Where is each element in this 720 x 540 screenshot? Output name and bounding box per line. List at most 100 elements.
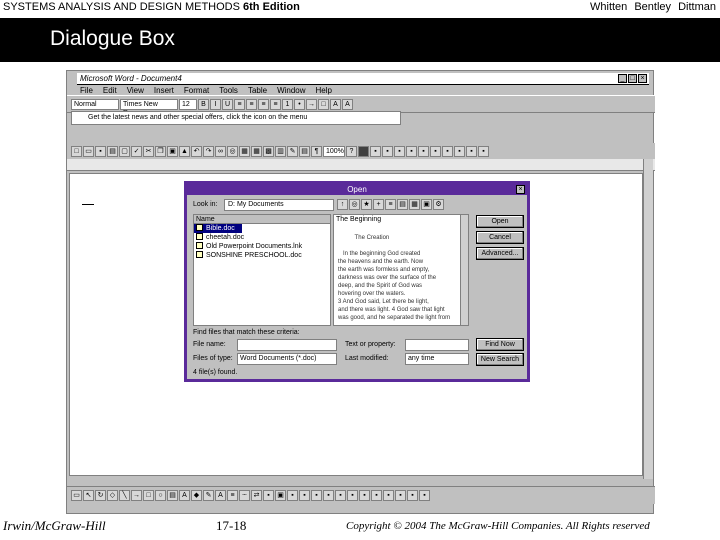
redo-icon[interactable]: ↷	[203, 146, 214, 157]
insert-table-icon[interactable]: ▦	[251, 146, 262, 157]
toolbar-icon[interactable]: ▪	[335, 490, 346, 501]
advanced-button[interactable]: Advanced...	[476, 247, 524, 260]
answer-wizard-bar[interactable]: Get the latest news and other special of…	[71, 111, 401, 125]
toolbar-icon[interactable]: ▪	[394, 146, 405, 157]
print-icon[interactable]: ▤	[107, 146, 118, 157]
bullets-icon[interactable]: •	[294, 98, 305, 110]
indent-icon[interactable]: →	[306, 98, 317, 110]
line-color-icon[interactable]: ✎	[203, 490, 214, 501]
copy-icon[interactable]: ❐	[155, 146, 166, 157]
preview-icon[interactable]: ▣	[421, 199, 432, 210]
justify-icon[interactable]: ≡	[270, 98, 281, 110]
close-icon[interactable]: ×	[638, 74, 647, 83]
file-item[interactable]: Bible.doc	[194, 224, 242, 233]
last-modified-combo[interactable]: any time	[405, 353, 469, 365]
text-property-field[interactable]	[405, 339, 469, 351]
minimize-icon[interactable]: _	[618, 74, 627, 83]
toolbar-icon[interactable]: ▪	[383, 490, 394, 501]
file-item[interactable]: SONSHINE PRESCHOOL.doc	[194, 251, 330, 260]
align-left-icon[interactable]: ≡	[234, 98, 245, 110]
maximize-icon[interactable]: □	[628, 74, 637, 83]
file-list[interactable]: Name Bible.doc cheetah.doc Old Powerpoin…	[193, 214, 331, 326]
toolbar-icon[interactable]: ▪	[418, 146, 429, 157]
toolbar-icon[interactable]: ▪	[454, 146, 465, 157]
file-item[interactable]: Old Powerpoint Documents.lnk	[194, 242, 330, 251]
numbering-icon[interactable]: 1	[282, 98, 293, 110]
zoom-combo[interactable]: 100%	[323, 146, 345, 157]
commands-icon[interactable]: ⚙	[433, 199, 444, 210]
toolbar-icon[interactable]: ▪	[311, 490, 322, 501]
arrow-icon[interactable]: →	[131, 490, 142, 501]
toolbar-icon[interactable]: ▪	[442, 146, 453, 157]
autoshapes-icon[interactable]: ◇	[107, 490, 118, 501]
paste-icon[interactable]: ▣	[167, 146, 178, 157]
show-hide-icon[interactable]: ¶	[311, 146, 322, 157]
align-center-icon[interactable]: ≡	[246, 98, 257, 110]
font-color-icon[interactable]: A	[215, 490, 226, 501]
tables-icon[interactable]: ▦	[239, 146, 250, 157]
rectangle-icon[interactable]: □	[143, 490, 154, 501]
toolbar-icon[interactable]: ▪	[371, 490, 382, 501]
undo-icon[interactable]: ↶	[191, 146, 202, 157]
spelling-icon[interactable]: ✓	[131, 146, 142, 157]
find-now-button[interactable]: Find Now	[476, 338, 524, 351]
toolbar-icon[interactable]: ▪	[347, 490, 358, 501]
bold-icon[interactable]: B	[198, 98, 209, 110]
toolbar-icon[interactable]: ▪	[466, 146, 477, 157]
font-color-icon[interactable]: A	[342, 98, 353, 110]
toolbar-icon[interactable]: ▪	[478, 146, 489, 157]
format-painter-icon[interactable]: ▲	[179, 146, 190, 157]
new-search-button[interactable]: New Search	[476, 353, 524, 366]
add-favorites-icon[interactable]: +	[373, 199, 384, 210]
toolbar-icon[interactable]: ▪	[370, 146, 381, 157]
file-type-combo[interactable]: Word Documents (*.doc)	[237, 353, 337, 365]
properties-icon[interactable]: ▦	[409, 199, 420, 210]
highlight-icon[interactable]: A	[330, 98, 341, 110]
cut-icon[interactable]: ✂	[143, 146, 154, 157]
file-item[interactable]: cheetah.doc	[194, 233, 330, 242]
arrow-style-icon[interactable]: ⇄	[251, 490, 262, 501]
toolbar-icon[interactable]: ▪	[299, 490, 310, 501]
oval-icon[interactable]: ○	[155, 490, 166, 501]
textbox-icon[interactable]: ▤	[167, 490, 178, 501]
file-name-field[interactable]	[237, 339, 337, 351]
columns-icon[interactable]: ▥	[275, 146, 286, 157]
underline-icon[interactable]: U	[222, 98, 233, 110]
line-style-icon[interactable]: ≡	[227, 490, 238, 501]
list-view-icon[interactable]: ≡	[385, 199, 396, 210]
font-combo[interactable]: Times New Roman	[120, 98, 178, 117]
look-in-combo[interactable]: D: My Documents	[224, 199, 334, 211]
border-icon[interactable]: □	[318, 98, 329, 110]
insert-excel-icon[interactable]: ▩	[263, 146, 274, 157]
toolbar-icon[interactable]: ▪	[323, 490, 334, 501]
details-view-icon[interactable]: ▤	[397, 199, 408, 210]
name-column-header[interactable]: Name	[194, 215, 330, 224]
toolbar-icon[interactable]: ▪	[359, 490, 370, 501]
close-icon[interactable]: ×	[516, 185, 525, 194]
toolbar-icon[interactable]: ▪	[406, 146, 417, 157]
ruler[interactable]	[67, 159, 655, 171]
drawing-icon[interactable]: ✎	[287, 146, 298, 157]
toolbar-icon[interactable]: ▪	[407, 490, 418, 501]
font-size-combo[interactable]: 12	[179, 98, 197, 110]
search-web-icon[interactable]: ◎	[349, 199, 360, 210]
print-preview-icon[interactable]: ▢	[119, 146, 130, 157]
align-right-icon[interactable]: ≡	[258, 98, 269, 110]
rotate-icon[interactable]: ↻	[95, 490, 106, 501]
web-toolbar-icon[interactable]: ◎	[227, 146, 238, 157]
draw-icon[interactable]: ▭	[71, 490, 82, 501]
3d-icon[interactable]: ▣	[275, 490, 286, 501]
toolbar-icon[interactable]: ▪	[430, 146, 441, 157]
wordart-icon[interactable]: A	[179, 490, 190, 501]
toolbar-icon[interactable]: ▪	[287, 490, 298, 501]
save-icon[interactable]: ▪	[95, 146, 106, 157]
line-icon[interactable]: ╲	[119, 490, 130, 501]
dash-style-icon[interactable]: ┄	[239, 490, 250, 501]
up-folder-icon[interactable]: ↑	[337, 199, 348, 210]
toolbar-icon[interactable]	[358, 146, 369, 157]
hyperlink-icon[interactable]: ∞	[215, 146, 226, 157]
italic-icon[interactable]: I	[210, 98, 221, 110]
toolbar-icon[interactable]: ▪	[419, 490, 430, 501]
open-button[interactable]: Open	[476, 215, 524, 228]
preview-scrollbar[interactable]	[460, 215, 468, 325]
